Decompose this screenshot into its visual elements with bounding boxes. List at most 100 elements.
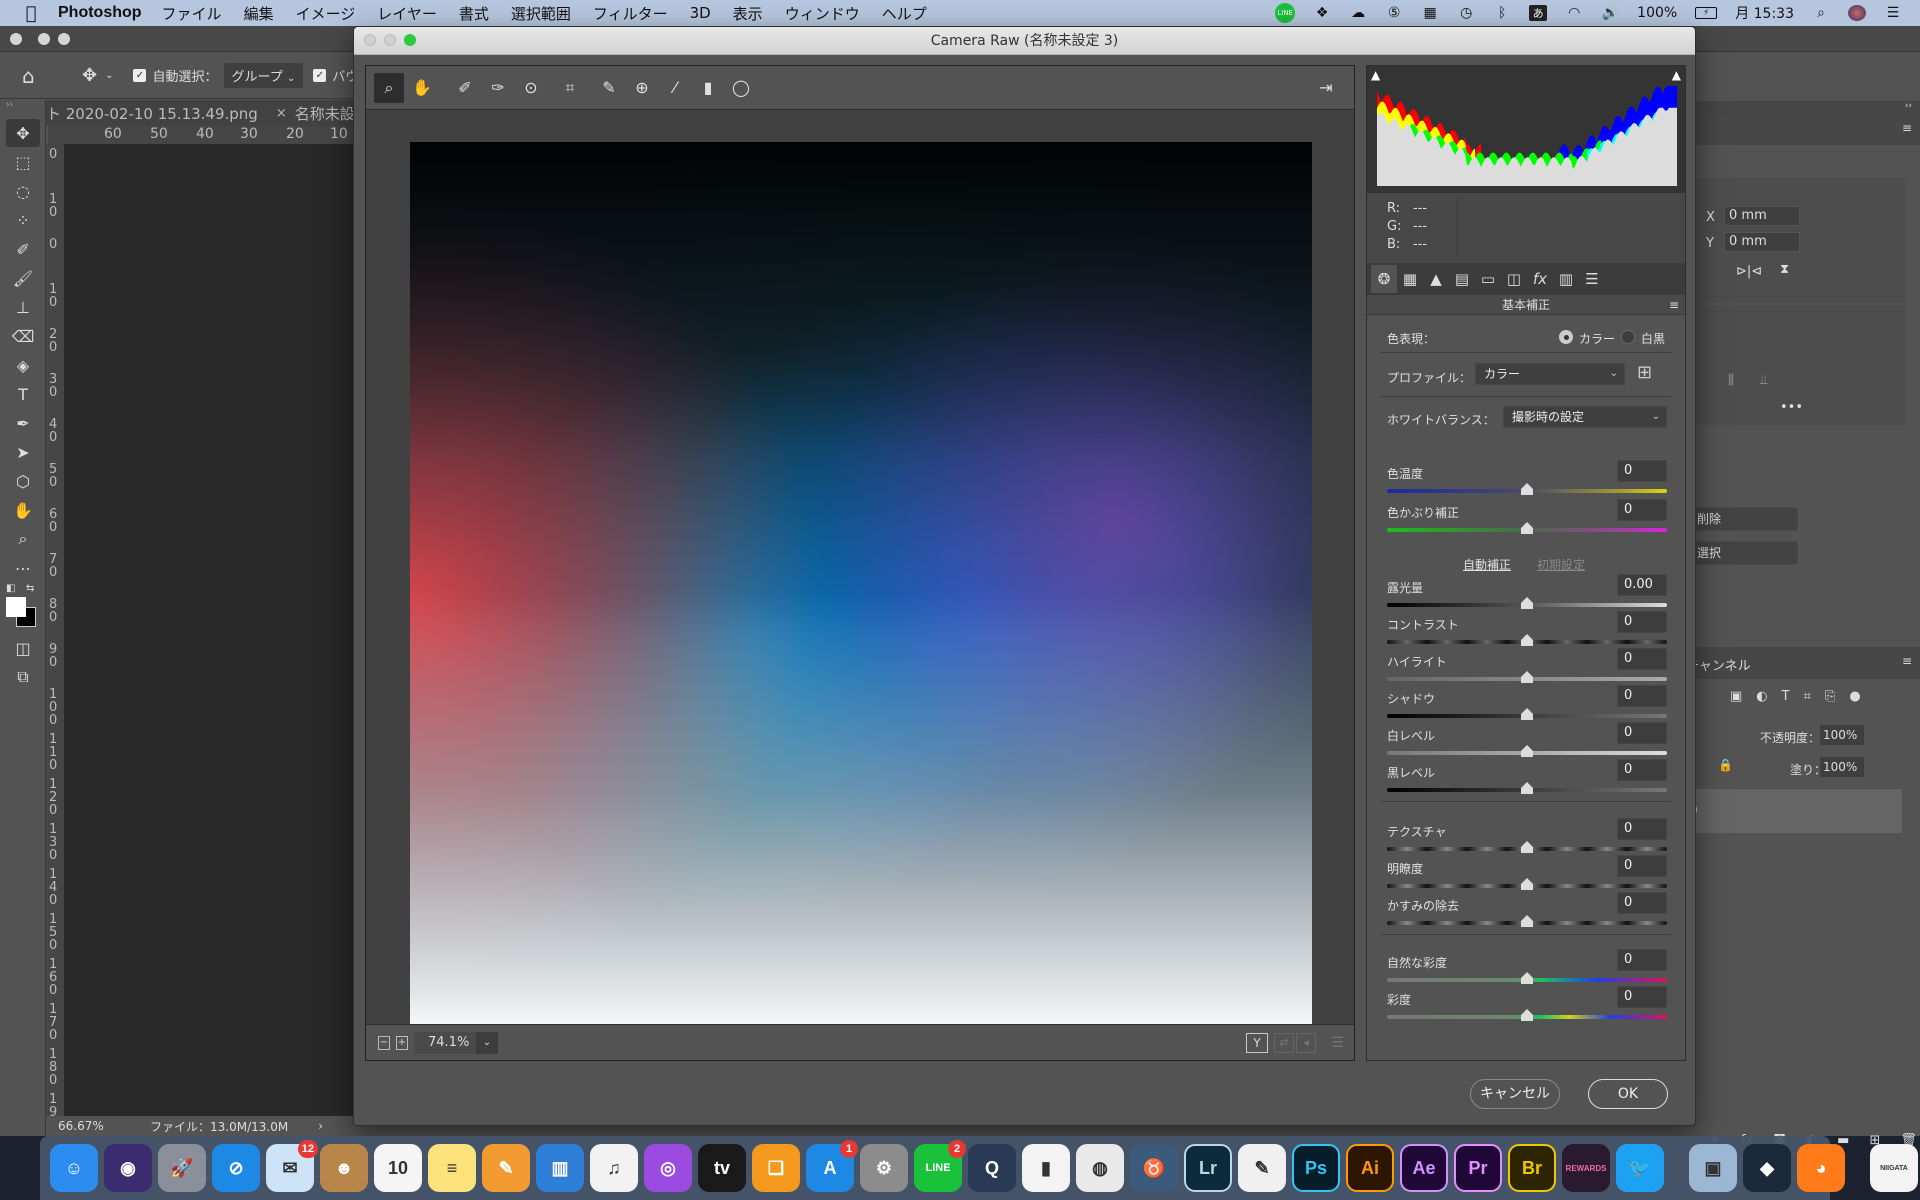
x-field[interactable]: 0 mm bbox=[1724, 206, 1800, 226]
tab-detail-icon[interactable]: ▲ bbox=[1423, 265, 1449, 293]
fill-field[interactable]: 100% bbox=[1820, 757, 1864, 777]
zoom-window-button[interactable] bbox=[58, 33, 70, 45]
zoom-dropdown[interactable]: 74.1% ⌄ bbox=[414, 1031, 498, 1054]
notification-center-icon[interactable]: ☰ bbox=[1884, 5, 1902, 21]
align-middle-icon[interactable]: ⫼ bbox=[1728, 373, 1734, 388]
radio-bw[interactable] bbox=[1621, 330, 1635, 344]
auto-button[interactable]: 自動補正 bbox=[1463, 556, 1511, 573]
zoom-tool[interactable]: ⌕ bbox=[6, 525, 40, 553]
menu-type[interactable]: 書式 bbox=[459, 3, 489, 24]
slider-value-field[interactable]: 0 bbox=[1617, 722, 1667, 744]
dialog-zoom-button[interactable] bbox=[404, 34, 416, 46]
siri-icon[interactable] bbox=[1848, 5, 1866, 21]
swap-colors-icon[interactable]: ⇆ bbox=[26, 583, 34, 594]
dock-safari[interactable]: ⊘ bbox=[212, 1144, 260, 1192]
time-machine-icon[interactable]: ◷ bbox=[1457, 5, 1475, 21]
dock-after-effects[interactable]: Ae bbox=[1400, 1144, 1448, 1192]
cancel-button[interactable]: キャンセル bbox=[1470, 1079, 1560, 1109]
tab-presets-icon[interactable]: ☰ bbox=[1579, 265, 1605, 293]
slider-thumb[interactable] bbox=[1521, 708, 1533, 720]
close-tab-icon[interactable]: × bbox=[276, 106, 287, 121]
dock-chrome[interactable]: ◍ bbox=[1076, 1144, 1124, 1192]
path-select-tool[interactable]: ➤ bbox=[6, 438, 40, 466]
radio-color[interactable] bbox=[1559, 330, 1573, 344]
eyedropper-tool[interactable]: ✐ bbox=[6, 235, 40, 263]
tab-hsl-icon[interactable]: ▤ bbox=[1449, 265, 1475, 293]
filter-shape-icon[interactable]: ⌗ bbox=[1804, 689, 1811, 704]
white-balance-dropdown[interactable]: 撮影時の設定 ⌄ bbox=[1503, 406, 1667, 428]
default-colors-icon[interactable]: ◧ bbox=[6, 583, 15, 594]
dock-siri[interactable]: ◉ bbox=[104, 1144, 152, 1192]
slider-value-field[interactable]: 0 bbox=[1617, 648, 1667, 670]
tab-split-toning-icon[interactable]: ▭ bbox=[1475, 265, 1501, 293]
dock-textedit[interactable]: ✎ bbox=[1238, 1144, 1286, 1192]
radio-bw-label[interactable]: 白黒 bbox=[1641, 330, 1665, 347]
dock-numbers[interactable]: ▮ bbox=[1022, 1144, 1070, 1192]
slider-thumb[interactable] bbox=[1521, 745, 1533, 757]
slider-value-field[interactable]: 0 bbox=[1617, 986, 1667, 1008]
hand-tool-icon[interactable]: ✋ bbox=[407, 73, 437, 103]
slider-value-field[interactable]: 0 bbox=[1617, 460, 1667, 482]
line-icon[interactable]: LINE bbox=[1275, 3, 1296, 23]
slider-thumb[interactable] bbox=[1521, 878, 1533, 890]
canvas-area[interactable] bbox=[64, 144, 360, 1124]
tab-screenshot[interactable]: ト 2020-02-10 15.13.49.png bbox=[46, 103, 258, 124]
slider-thumb[interactable] bbox=[1521, 597, 1533, 609]
default-button[interactable]: 初期設定 bbox=[1537, 556, 1585, 573]
dock-preview[interactable]: ▣ bbox=[1689, 1144, 1737, 1192]
slider-value-field[interactable]: 0.00 bbox=[1617, 574, 1667, 596]
slider-thumb[interactable] bbox=[1521, 841, 1533, 853]
quick-select-tool[interactable]: ⁘ bbox=[6, 206, 40, 234]
eraser-tool[interactable]: ⌫ bbox=[6, 322, 40, 350]
select-button[interactable]: 選択 bbox=[1694, 541, 1798, 565]
shadow-clipping-icon[interactable]: ▲ bbox=[1371, 68, 1380, 82]
battery-icon[interactable]: ⚡ bbox=[1695, 7, 1718, 19]
swap-settings-icon[interactable]: ⇄ bbox=[1274, 1032, 1294, 1053]
slider-value-field[interactable]: 0 bbox=[1617, 499, 1667, 521]
menu-edit[interactable]: 編集 bbox=[244, 3, 274, 24]
dock-twitter[interactable]: 🐦 bbox=[1616, 1144, 1664, 1192]
minimize-window-button[interactable] bbox=[38, 33, 50, 45]
slider-thumb[interactable] bbox=[1521, 634, 1533, 646]
auto-select-checkbox[interactable]: ✓ bbox=[133, 69, 147, 82]
filter-toggle[interactable]: ● bbox=[1849, 689, 1860, 704]
flip-vertical-icon[interactable]: ⧗ bbox=[1780, 262, 1789, 277]
dock-illustrator[interactable]: Ai bbox=[1346, 1144, 1394, 1192]
collapse-icon[interactable]: ›› bbox=[0, 100, 45, 118]
layer-row[interactable]: 0 bbox=[1690, 789, 1902, 833]
wifi-icon[interactable]: ◠ bbox=[1565, 5, 1583, 21]
dock-keynote[interactable]: ▥ bbox=[536, 1144, 584, 1192]
dock-books[interactable]: ❏ bbox=[752, 1144, 800, 1192]
image-preview[interactable] bbox=[410, 142, 1312, 1042]
white-balance-tool-icon[interactable]: ✐ bbox=[450, 73, 480, 103]
before-after-icon[interactable]: Y bbox=[1246, 1032, 1268, 1053]
dock-premiere[interactable]: Pr bbox=[1454, 1144, 1502, 1192]
html5-icon[interactable]: ⑤ bbox=[1385, 5, 1403, 21]
dialog-minimize-button[interactable] bbox=[384, 34, 396, 46]
zoom-out-button[interactable]: − bbox=[378, 1035, 390, 1050]
dock-podcasts[interactable]: ◎ bbox=[644, 1144, 692, 1192]
slider-thumb[interactable] bbox=[1521, 972, 1533, 984]
dock-lightroom[interactable]: Lr bbox=[1184, 1144, 1232, 1192]
dock-system-preferences[interactable]: ⚙ bbox=[860, 1144, 908, 1192]
slider-value-field[interactable]: 0 bbox=[1617, 855, 1667, 877]
spotlight-search-icon[interactable]: ⌕ bbox=[1812, 5, 1830, 21]
align-bottom-icon[interactable]: ⫫ bbox=[1760, 373, 1767, 388]
foreground-color[interactable] bbox=[6, 597, 26, 617]
profile-browser-icon[interactable]: ⊞ bbox=[1637, 362, 1652, 383]
adjustment-brush-icon[interactable]: ⁄ bbox=[660, 73, 690, 103]
dropbox-icon[interactable]: ❖ bbox=[1313, 5, 1331, 21]
delete-button[interactable]: 削除 bbox=[1694, 507, 1798, 531]
graduated-filter-icon[interactable]: ▮ bbox=[693, 73, 723, 103]
dock-app-store[interactable]: A1 bbox=[806, 1140, 858, 1192]
quick-mask-icon[interactable]: ◫ bbox=[6, 634, 40, 662]
slider-thumb[interactable] bbox=[1521, 1009, 1533, 1021]
move-tool-icon[interactable]: ✥ bbox=[82, 65, 97, 86]
menu-filter[interactable]: フィルター bbox=[593, 3, 668, 24]
panel-menu-icon[interactable]: ≡ bbox=[1669, 295, 1679, 315]
volume-icon[interactable]: 🔊 bbox=[1601, 5, 1619, 21]
dock-launchpad[interactable]: 🚀 bbox=[158, 1144, 206, 1192]
dock-mail[interactable]: ✉ 12 bbox=[266, 1140, 318, 1192]
slider-value-field[interactable]: 0 bbox=[1617, 685, 1667, 707]
menu-view[interactable]: 表示 bbox=[733, 3, 763, 24]
